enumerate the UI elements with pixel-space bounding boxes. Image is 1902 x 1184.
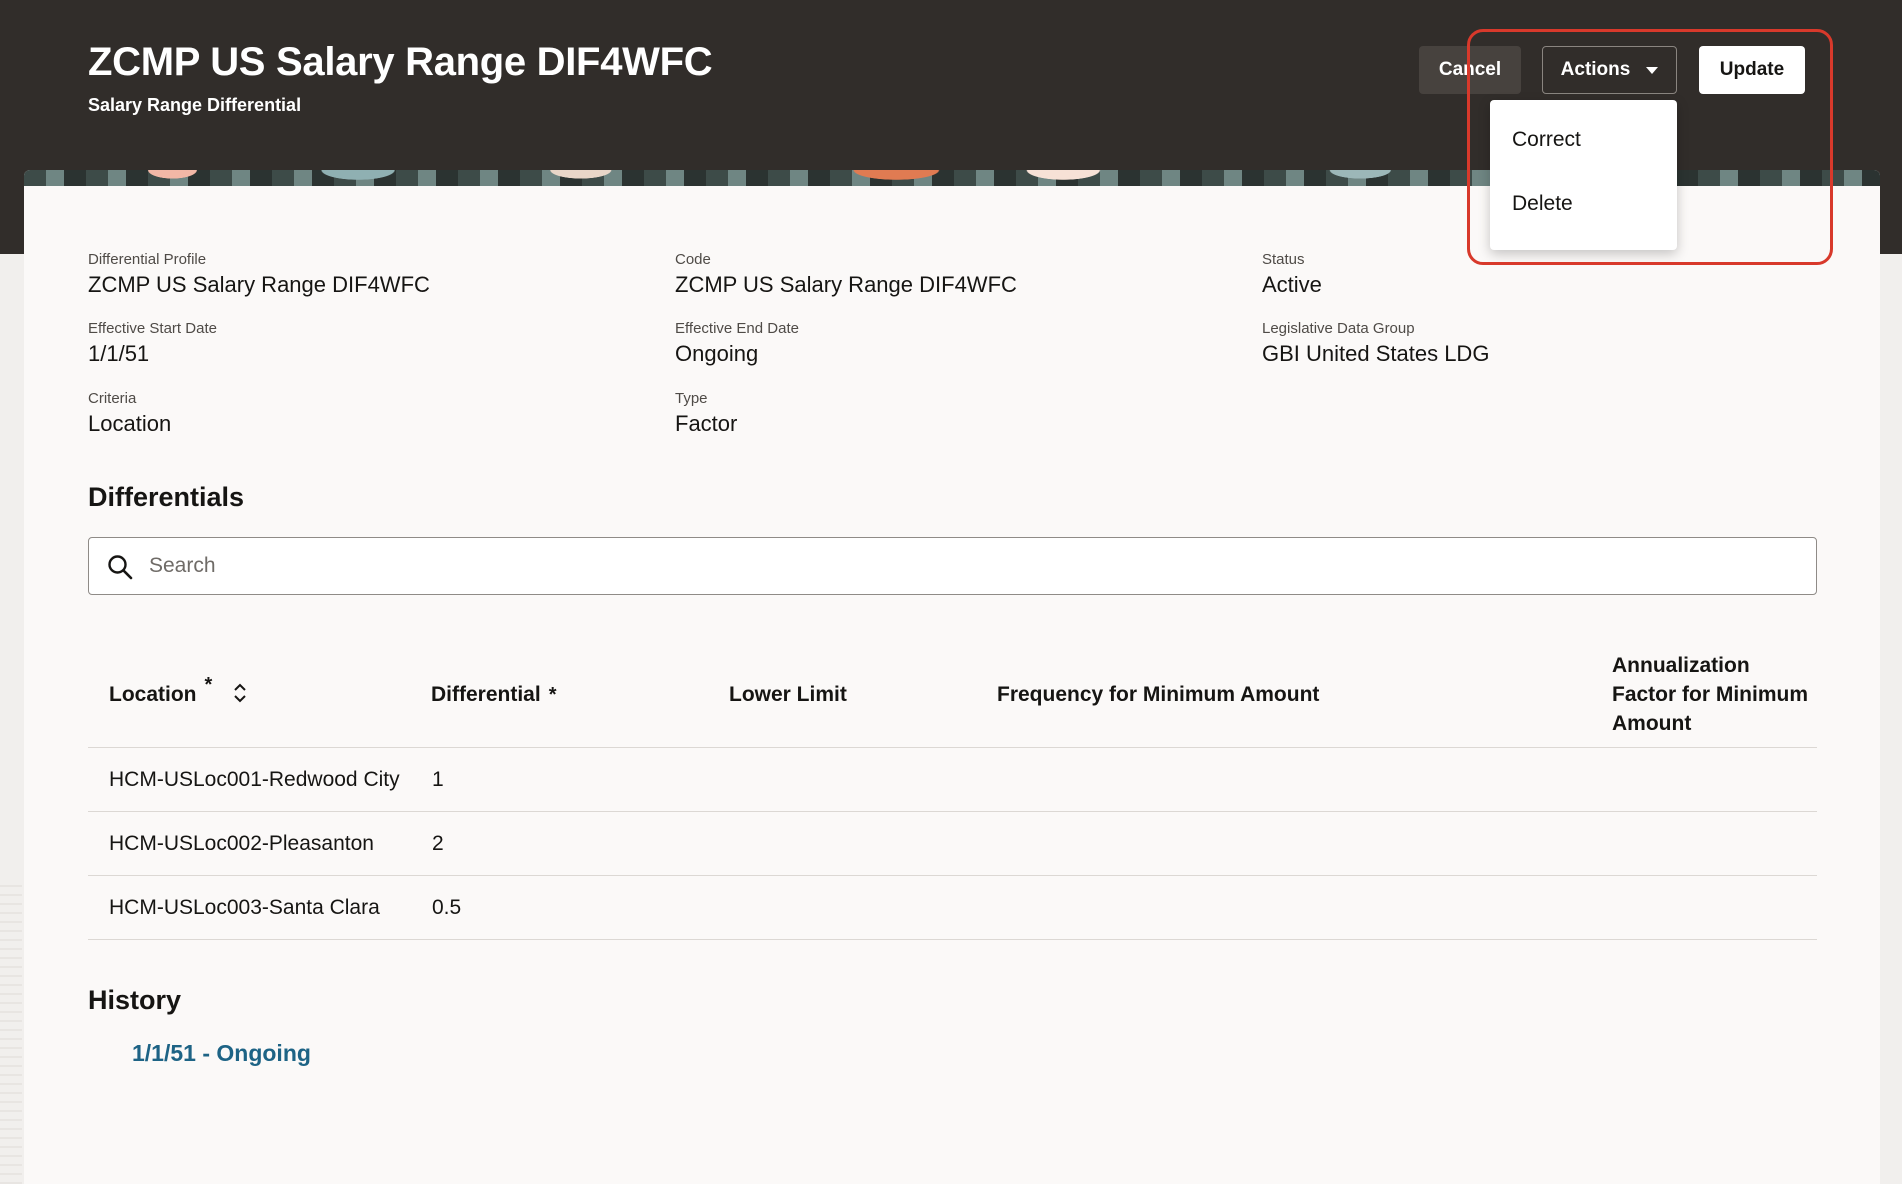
differential-cell: 2 xyxy=(432,831,444,855)
background-texture xyxy=(0,880,22,1184)
effective-start-date-value: 1/1/51 xyxy=(88,341,150,366)
actions-menu-button[interactable]: Actions xyxy=(1542,46,1677,94)
column-header-location[interactable]: Location * xyxy=(109,674,248,710)
legislative-data-group-value: GBI United States LDG xyxy=(1262,341,1490,366)
column-header-lower-limit: Lower Limit xyxy=(729,683,847,706)
table-row[interactable]: HCM-USLoc003-Santa Clara 0.5 xyxy=(88,876,1817,940)
table-row[interactable]: HCM-USLoc001-Redwood City 1 xyxy=(88,748,1817,812)
column-header-differential-label: Differential xyxy=(431,683,541,706)
cancel-button-label: Cancel xyxy=(1438,59,1502,80)
table-row[interactable]: HCM-USLoc002-Pleasanton 2 xyxy=(88,812,1817,876)
column-header-annualization-factor: Annualization Factor for Minimum Amount xyxy=(1612,654,1809,735)
page-title: ZCMP US Salary Range DIF4WFC xyxy=(88,40,713,84)
differentials-section-title: Differentials xyxy=(88,482,245,512)
status-value: Active xyxy=(1262,272,1322,297)
differential-cell: 0.5 xyxy=(432,895,462,919)
status-label: Status xyxy=(1262,251,1305,268)
column-header-location-label: Location xyxy=(109,683,197,706)
history-date-range-link[interactable]: 1/1/51 - Ongoing xyxy=(132,1040,311,1067)
menu-item-delete[interactable]: Delete xyxy=(1490,172,1677,236)
update-button-label: Update xyxy=(1719,59,1785,80)
column-header-differential: Differential * xyxy=(431,680,556,710)
page-subtitle: Salary Range Differential xyxy=(88,95,302,115)
history-section-title: History xyxy=(88,985,182,1015)
type-value: Factor xyxy=(675,411,738,436)
update-button[interactable]: Update xyxy=(1699,46,1805,94)
criteria-label: Criteria xyxy=(88,390,137,407)
content-card: Differential Profile ZCMP US Salary Rang… xyxy=(24,170,1880,1184)
effective-end-date-value: Ongoing xyxy=(675,341,759,366)
code-value: ZCMP US Salary Range DIF4WFC xyxy=(675,272,1017,297)
search-icon xyxy=(108,555,133,580)
search-input[interactable] xyxy=(147,546,1797,586)
criteria-value: Location xyxy=(88,411,172,436)
differentials-search-box xyxy=(88,537,1817,595)
location-cell: HCM-USLoc003-Santa Clara xyxy=(109,895,380,919)
menu-item-correct[interactable]: Correct xyxy=(1490,108,1677,172)
differential-profile-label: Differential Profile xyxy=(88,251,207,268)
effective-end-date-label: Effective End Date xyxy=(675,320,799,337)
actions-dropdown-menu: Correct Delete xyxy=(1490,100,1677,250)
differential-cell: 1 xyxy=(432,767,444,791)
location-cell: HCM-USLoc002-Pleasanton xyxy=(109,831,374,855)
legislative-data-group-label: Legislative Data Group xyxy=(1262,320,1415,337)
required-indicator: * xyxy=(204,674,213,696)
sort-icon[interactable] xyxy=(232,682,248,704)
caret-down-icon xyxy=(1646,66,1659,74)
required-indicator: * xyxy=(548,684,557,706)
type-label: Type xyxy=(675,390,708,407)
column-header-frequency-minimum-amount: Frequency for Minimum Amount xyxy=(997,683,1320,706)
code-label: Code xyxy=(675,251,711,268)
differential-profile-value: ZCMP US Salary Range DIF4WFC xyxy=(88,272,430,297)
cancel-button[interactable]: Cancel xyxy=(1419,46,1521,94)
location-cell: HCM-USLoc001-Redwood City xyxy=(109,767,400,791)
actions-button-label: Actions xyxy=(1560,59,1631,80)
effective-start-date-label: Effective Start Date xyxy=(88,320,217,337)
